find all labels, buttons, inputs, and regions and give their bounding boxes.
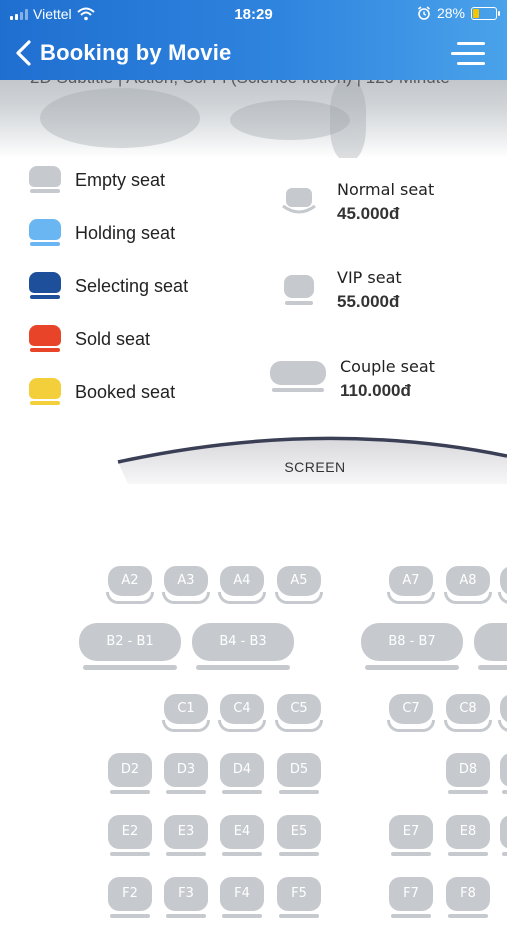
couple-seat-partial[interactable]: [474, 623, 507, 671]
seat-f7[interactable]: F7: [389, 877, 433, 925]
holding-seat-icon: [29, 219, 61, 247]
seat-d5[interactable]: D5: [277, 753, 321, 801]
legend-empty: Empty seat: [29, 166, 165, 194]
menu-icon[interactable]: [451, 40, 485, 68]
seat-e2[interactable]: E2: [108, 815, 152, 863]
seat-d2[interactable]: D2: [108, 753, 152, 801]
seat-f3[interactable]: F3: [164, 877, 208, 925]
seat-f5[interactable]: F5: [277, 877, 321, 925]
seat-a4[interactable]: A4: [218, 562, 266, 610]
seat-a3[interactable]: A3: [162, 562, 210, 610]
screen-label: SCREEN: [284, 459, 346, 475]
seat-e4[interactable]: E4: [220, 815, 264, 863]
price-name: Normal seat: [337, 180, 435, 199]
status-bar: Viettel 18:29 28%: [0, 0, 507, 28]
price-value: 45.000đ: [337, 204, 400, 223]
price-name: Couple seat: [340, 357, 435, 376]
price-normal: Normal seat 45.000đ: [337, 180, 434, 224]
couple-seat-b2-b1[interactable]: B2 - B1: [79, 623, 181, 671]
app-header: Viettel 18:29 28% Booking by Movie: [0, 0, 507, 80]
seat-d3[interactable]: D3: [164, 753, 208, 801]
seat-a2[interactable]: A2: [106, 562, 154, 610]
couple-seat-b4-b3[interactable]: B4 - B3: [192, 623, 294, 671]
seat-c5[interactable]: C5: [275, 690, 323, 738]
legend-label: Selecting seat: [75, 275, 189, 296]
status-right: 28%: [417, 5, 500, 21]
legend-sold: Sold seat: [29, 325, 150, 353]
vip-seat-icon: [284, 275, 314, 305]
seat-partial[interactable]: [500, 753, 507, 801]
legend-holding: Holding seat: [29, 219, 175, 247]
booked-seat-icon: [29, 378, 61, 406]
legend-label: Sold seat: [75, 328, 151, 349]
empty-seat-icon: [29, 166, 61, 194]
seat-f4[interactable]: F4: [220, 877, 264, 925]
seat-a8[interactable]: A8: [444, 562, 492, 610]
seat-f8[interactable]: F8: [446, 877, 490, 925]
battery-icon: [471, 6, 500, 20]
seat-a7[interactable]: A7: [387, 562, 435, 610]
normal-seat-icon: [282, 188, 316, 214]
seat-c7[interactable]: C7: [387, 690, 435, 738]
price-vip: VIP seat 55.000đ: [337, 268, 402, 312]
nav-bar: Booking by Movie: [0, 34, 507, 74]
price-value: 110.000đ: [340, 381, 411, 400]
seat-partial[interactable]: [498, 562, 507, 610]
back-icon[interactable]: [12, 38, 36, 68]
seat-e7[interactable]: E7: [389, 815, 433, 863]
seat-a5[interactable]: A5: [275, 562, 323, 610]
seat-partial[interactable]: [498, 690, 507, 738]
couple-seat-icon: [270, 361, 326, 392]
battery-percent: 28%: [436, 5, 465, 21]
seat-d4[interactable]: D4: [220, 753, 264, 801]
seat-e3[interactable]: E3: [164, 815, 208, 863]
legend-selecting: Selecting seat: [29, 272, 188, 300]
sold-seat-icon: [29, 325, 61, 353]
price-value: 55.000đ: [337, 292, 400, 311]
couple-seat-b8-b7[interactable]: B8 - B7: [361, 623, 463, 671]
price-name: VIP seat: [337, 268, 402, 287]
page-title: Booking by Movie: [40, 40, 232, 65]
seat-f2[interactable]: F2: [108, 877, 152, 925]
seat-c4[interactable]: C4: [218, 690, 266, 738]
alarm-icon: [417, 6, 430, 20]
screen-arc: [117, 436, 507, 484]
price-couple: Couple seat 110.000đ: [340, 357, 435, 401]
legend-booked: Booked seat: [29, 378, 175, 406]
seat-d8[interactable]: D8: [446, 753, 490, 801]
legend-label: Booked seat: [75, 381, 176, 402]
selecting-seat-icon: [29, 272, 61, 300]
seat-c1[interactable]: C1: [162, 690, 210, 738]
seat-e5[interactable]: E5: [277, 815, 321, 863]
legend-label: Holding seat: [75, 222, 176, 243]
seat-partial[interactable]: [500, 815, 507, 863]
seat-e8[interactable]: E8: [446, 815, 490, 863]
seat-c8[interactable]: C8: [444, 690, 492, 738]
legend-label: Empty seat: [75, 169, 166, 190]
